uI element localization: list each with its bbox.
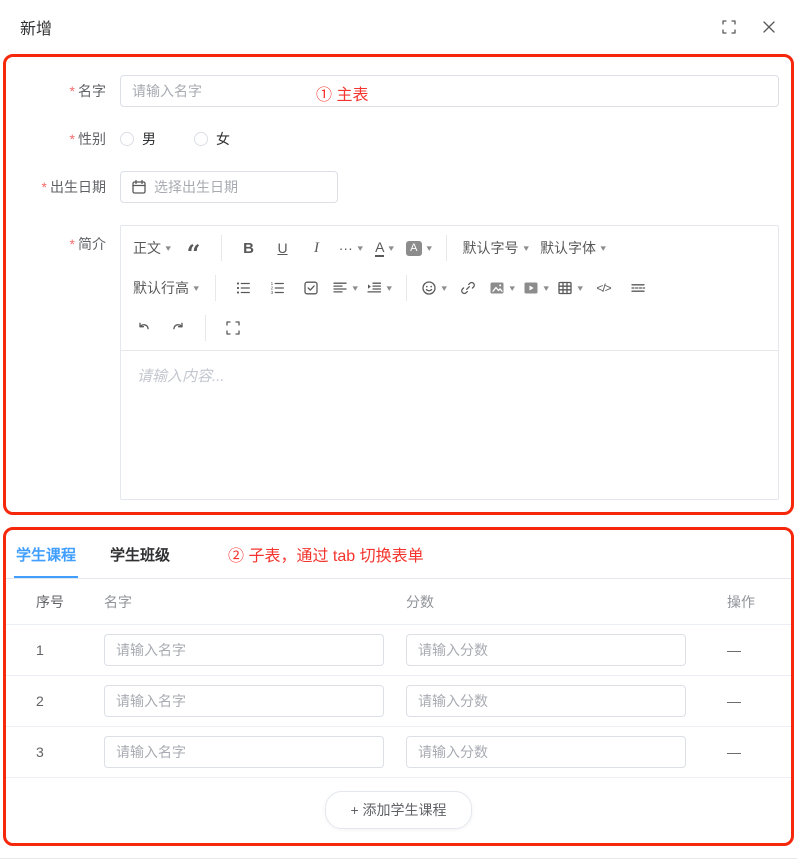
- col-header-action: 操作: [713, 592, 791, 612]
- name-input[interactable]: [120, 75, 779, 107]
- row-score-input[interactable]: [406, 736, 686, 768]
- blockquote-icon[interactable]: “: [181, 235, 207, 261]
- birthdate-field-row: *出生日期: [14, 171, 779, 203]
- emoji-dropdown[interactable]: ▾: [421, 275, 447, 301]
- row-name-input[interactable]: [104, 736, 384, 768]
- tab-student-course[interactable]: 学生课程: [14, 540, 78, 578]
- editor-content-area[interactable]: 请输入内容...: [121, 351, 778, 499]
- name-field-row: *名字 ① 主表: [14, 75, 779, 107]
- undo-icon[interactable]: [131, 315, 157, 341]
- fullscreen-icon[interactable]: [721, 19, 737, 35]
- add-dialog: 新增 *名字 ① 主表 *性别 男 女: [0, 0, 797, 863]
- row-action-dash: —: [713, 744, 791, 760]
- line-height-dropdown[interactable]: 默认行高▾: [131, 275, 201, 301]
- editor-toolbar: 正文▾ “ B U I ···▾ A▾ A▾ 默认字号▾ 默认字体▾: [121, 226, 778, 351]
- dialog-title: 新增: [20, 15, 52, 39]
- sub-form-tabs: 学生课程 学生班级 ② 子表，通过 tab 切换表单: [6, 530, 791, 579]
- gender-field-row: *性别 男 女: [14, 129, 779, 149]
- row-action-dash: —: [713, 642, 791, 658]
- underline-icon[interactable]: U: [270, 235, 296, 261]
- intro-label: *简介: [14, 225, 106, 254]
- birthdate-input[interactable]: [154, 179, 327, 195]
- font-size-dropdown[interactable]: 默认字号▾: [461, 235, 531, 261]
- gender-radio-male[interactable]: 男: [120, 129, 156, 149]
- tab-student-class[interactable]: 学生班级: [108, 540, 172, 578]
- rich-text-editor: 正文▾ “ B U I ···▾ A▾ A▾ 默认字号▾ 默认字体▾: [120, 225, 779, 500]
- birthdate-picker[interactable]: [120, 171, 338, 203]
- italic-icon[interactable]: I: [304, 235, 330, 261]
- table-row: 3 —: [6, 727, 791, 778]
- ordered-list-icon[interactable]: 123: [264, 275, 290, 301]
- main-form-annotation-box: *名字 ① 主表 *性别 男 女 *出生日期: [3, 54, 794, 515]
- redo-icon[interactable]: [165, 315, 191, 341]
- close-icon[interactable]: [761, 19, 777, 35]
- add-student-course-button[interactable]: + 添加学生课程: [325, 791, 471, 829]
- row-score-input[interactable]: [406, 685, 686, 717]
- row-action-dash: —: [713, 693, 791, 709]
- code-icon[interactable]: </>: [591, 275, 617, 301]
- col-header-index: 序号: [6, 592, 104, 612]
- more-styles-dropdown[interactable]: ···▾: [338, 235, 364, 261]
- row-index: 3: [6, 744, 104, 760]
- paragraph-style-dropdown[interactable]: 正文▾: [131, 235, 173, 261]
- calendar-icon: [131, 179, 147, 195]
- image-dropdown[interactable]: ▾: [489, 275, 515, 301]
- row-index: 2: [6, 693, 104, 709]
- bullet-list-icon[interactable]: [230, 275, 256, 301]
- table-row: 2 —: [6, 676, 791, 727]
- col-header-name: 名字: [104, 592, 406, 612]
- bold-icon[interactable]: B: [236, 235, 262, 261]
- row-score-input[interactable]: [406, 634, 686, 666]
- gender-male-label: 男: [142, 129, 156, 149]
- radio-circle-icon: [120, 132, 134, 146]
- gender-label: *性别: [14, 129, 106, 149]
- editor-fullscreen-icon[interactable]: [220, 315, 246, 341]
- table-row: 1 —: [6, 625, 791, 676]
- divider-icon[interactable]: [625, 275, 651, 301]
- col-header-score: 分数: [406, 592, 713, 612]
- dialog-footer: 确 定 取 消: [0, 858, 797, 863]
- font-color-dropdown[interactable]: A▾: [372, 235, 398, 261]
- birthdate-label: *出生日期: [14, 177, 106, 197]
- intro-field-row: *简介 正文▾ “ B U I ···▾ A▾ A▾ 默认字号▾: [14, 225, 779, 500]
- indent-dropdown[interactable]: ▾: [366, 275, 392, 301]
- dialog-header: 新增: [0, 0, 797, 54]
- link-icon[interactable]: [455, 275, 481, 301]
- gender-radio-female[interactable]: 女: [194, 129, 230, 149]
- row-index: 1: [6, 642, 104, 658]
- background-color-dropdown[interactable]: A▾: [406, 235, 432, 261]
- sub-form-annotation: ② 子表，通过 tab 切换表单: [228, 542, 424, 578]
- align-dropdown[interactable]: ▾: [332, 275, 358, 301]
- gender-female-label: 女: [216, 129, 230, 149]
- svg-text:3: 3: [270, 290, 273, 295]
- row-name-input[interactable]: [104, 634, 384, 666]
- todo-list-icon[interactable]: [298, 275, 324, 301]
- radio-circle-icon: [194, 132, 208, 146]
- font-family-dropdown[interactable]: 默认字体▾: [538, 235, 608, 261]
- table-header-row: 序号 名字 分数 操作: [6, 579, 791, 625]
- row-name-input[interactable]: [104, 685, 384, 717]
- table-dropdown[interactable]: ▾: [557, 275, 583, 301]
- sub-form-annotation-box: 学生课程 学生班级 ② 子表，通过 tab 切换表单 序号 名字 分数 操作 1…: [3, 527, 794, 846]
- video-dropdown[interactable]: ▾: [523, 275, 549, 301]
- required-marker: *: [70, 83, 75, 99]
- name-label: *名字: [14, 81, 106, 101]
